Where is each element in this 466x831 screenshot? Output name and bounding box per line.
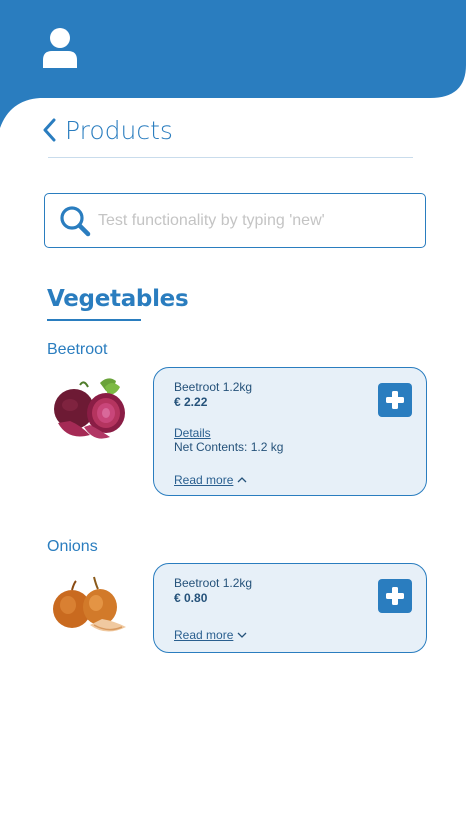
product-card: Beetroot 1.2kg € 0.80 Read more <box>153 563 427 653</box>
card-price: € 0.80 <box>174 591 208 605</box>
add-to-cart-button[interactable] <box>378 579 412 613</box>
back-button[interactable] <box>38 115 60 145</box>
beetroot-image <box>54 378 125 439</box>
page-header: Products <box>38 115 173 145</box>
search-icon <box>60 205 91 236</box>
add-to-cart-button[interactable] <box>378 383 412 417</box>
read-more-toggle[interactable]: Read more <box>174 628 247 642</box>
product-name: Onions <box>47 538 98 555</box>
chevron-up-icon <box>237 477 247 483</box>
card-title: Beetroot 1.2kg <box>174 576 253 590</box>
chevron-left-icon <box>43 118 56 142</box>
search-input[interactable] <box>96 210 420 231</box>
product-name: Beetroot <box>47 341 108 358</box>
product-card: Beetroot 1.2kg € 2.22 Details Net Conten… <box>153 367 427 496</box>
read-more-toggle[interactable]: Read more <box>174 473 247 487</box>
plus-icon <box>386 391 404 409</box>
chevron-down-icon <box>237 632 247 638</box>
section-underline <box>47 319 141 321</box>
details-link[interactable]: Details <box>174 426 211 440</box>
read-more-link[interactable]: Read more <box>174 628 233 642</box>
page-title: Products <box>65 115 173 145</box>
card-price: € 2.22 <box>174 395 208 409</box>
section-title: Vegetables <box>47 286 189 312</box>
search-bar[interactable] <box>44 193 426 248</box>
onion-image <box>53 576 126 632</box>
net-contents: Net Contents: 1.2 kg <box>174 440 284 454</box>
plus-icon <box>386 587 404 605</box>
title-divider <box>48 157 413 158</box>
user-profile-icon[interactable] <box>42 27 78 69</box>
card-title: Beetroot 1.2kg <box>174 380 253 394</box>
read-more-link[interactable]: Read more <box>174 473 233 487</box>
